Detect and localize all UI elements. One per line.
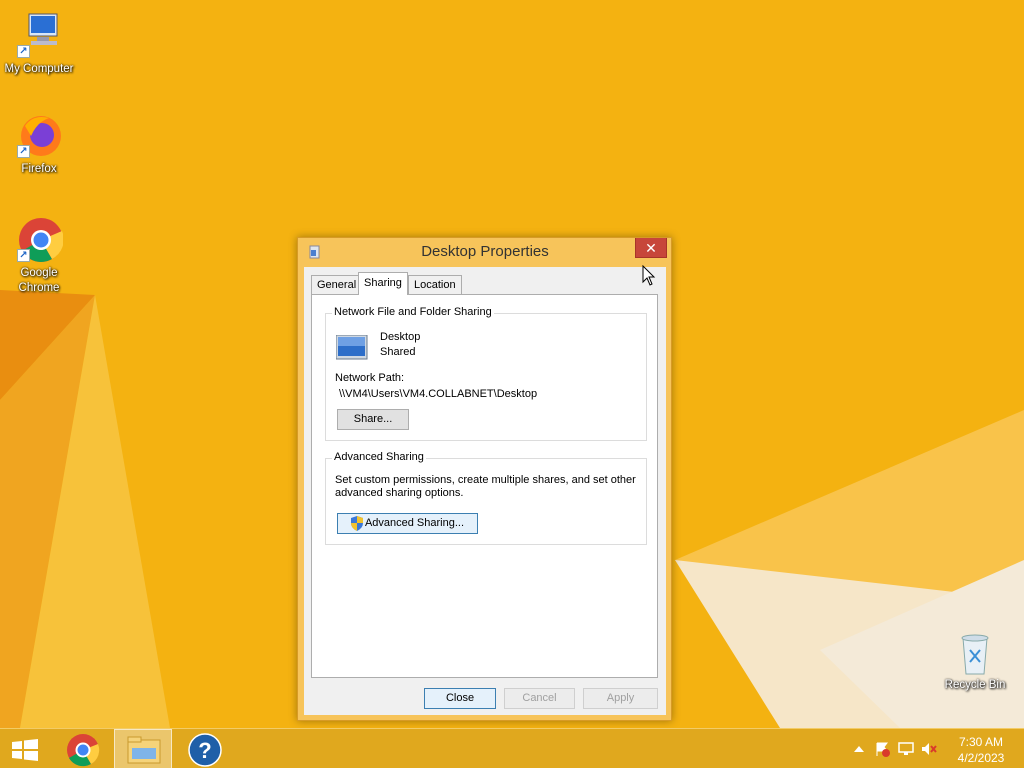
folder-status: Shared xyxy=(380,346,416,358)
desktop-icon-chrome[interactable]: ↗ Google Chrome xyxy=(0,216,78,296)
action-center-flag-icon[interactable] xyxy=(874,741,890,757)
tab-location[interactable]: Location xyxy=(408,275,462,294)
speaker-muted-icon[interactable] xyxy=(921,741,937,757)
share-button[interactable]: Share... xyxy=(337,409,409,430)
desktop: ↗ My Computer ↗ Firefox ↗ Google Chrome … xyxy=(0,0,1024,728)
desktop-icon-label: My Computer xyxy=(4,63,74,75)
desktop-icon-recycle-bin[interactable]: Recycle Bin xyxy=(936,632,1014,693)
tab-general[interactable]: General xyxy=(311,275,363,294)
svg-text:?: ? xyxy=(198,738,211,763)
uac-shield-icon xyxy=(350,516,364,538)
start-button[interactable] xyxy=(0,729,50,768)
shortcut-arrow-icon: ↗ xyxy=(17,45,30,58)
shortcut-arrow-icon: ↗ xyxy=(17,249,30,262)
chevron-up-icon[interactable] xyxy=(851,741,867,757)
desktop-folder-icon xyxy=(335,334,368,361)
network-path-value: \\VM4\Users\VM4.COLLABNET\Desktop xyxy=(339,388,538,400)
chrome-icon xyxy=(67,734,100,767)
folder-icon xyxy=(308,245,322,259)
close-button[interactable]: Close xyxy=(424,688,496,709)
chrome-icon: ↗ xyxy=(15,216,64,264)
clock[interactable]: 7:30 AM 4/2/2023 xyxy=(946,734,1016,766)
dialog-client-area: General Sharing Location Network File an… xyxy=(304,267,666,715)
tab-sharing[interactable]: Sharing xyxy=(358,272,408,295)
taskbar-file-explorer[interactable] xyxy=(114,729,172,768)
advanced-sharing-button[interactable]: Advanced Sharing... xyxy=(337,513,478,534)
recycle-bin-icon xyxy=(951,632,999,676)
help-icon: ? xyxy=(188,733,222,767)
advanced-sharing-description: advanced sharing options. xyxy=(335,487,464,499)
window-title: Desktop Properties xyxy=(421,243,549,260)
mouse-cursor-icon xyxy=(642,265,656,286)
advanced-sharing-label: Advanced Sharing... xyxy=(364,517,465,529)
folder-icon xyxy=(127,736,161,764)
taskbar-chrome[interactable] xyxy=(54,729,112,768)
group-legend: Advanced Sharing xyxy=(332,451,426,463)
advanced-sharing-description: Set custom permissions, create multiple … xyxy=(335,474,636,486)
windows-logo-icon xyxy=(12,739,38,761)
close-icon[interactable]: ✕ xyxy=(635,238,667,258)
desktop-properties-window: Desktop Properties ✕ General Sharing Loc… xyxy=(297,237,672,721)
desktop-icon-firefox[interactable]: ↗ Firefox xyxy=(0,112,78,177)
title-bar[interactable]: Desktop Properties ✕ xyxy=(298,238,671,266)
folder-name: Desktop xyxy=(380,331,421,343)
clock-time: 7:30 AM xyxy=(958,735,1004,749)
sharing-tab-page: Network File and Folder Sharing Desktop … xyxy=(311,294,658,678)
firefox-icon: ↗ xyxy=(15,112,63,160)
apply-button[interactable]: Apply xyxy=(583,688,658,709)
advanced-sharing-group: Advanced Sharing Set custom permissions,… xyxy=(325,451,647,545)
shortcut-arrow-icon: ↗ xyxy=(17,145,30,158)
desktop-icon-label: Google Chrome xyxy=(18,267,60,294)
desktop-icon-label: Firefox xyxy=(21,163,57,175)
network-path-label: Network Path: xyxy=(335,372,405,384)
group-legend: Network File and Folder Sharing xyxy=(332,306,494,318)
network-icon[interactable] xyxy=(898,741,914,757)
taskbar-help[interactable]: ? xyxy=(176,729,234,768)
desktop-icon-label: Recycle Bin xyxy=(944,679,1006,691)
cancel-button[interactable]: Cancel xyxy=(504,688,575,709)
network-sharing-group: Network File and Folder Sharing Desktop … xyxy=(325,306,647,441)
taskbar: ? 7:30 AM 4/2/2023 xyxy=(0,728,1024,768)
clock-date: 4/2/2023 xyxy=(957,751,1005,765)
computer-icon: ↗ xyxy=(15,12,63,60)
desktop-icon-my-computer[interactable]: ↗ My Computer xyxy=(0,12,78,77)
